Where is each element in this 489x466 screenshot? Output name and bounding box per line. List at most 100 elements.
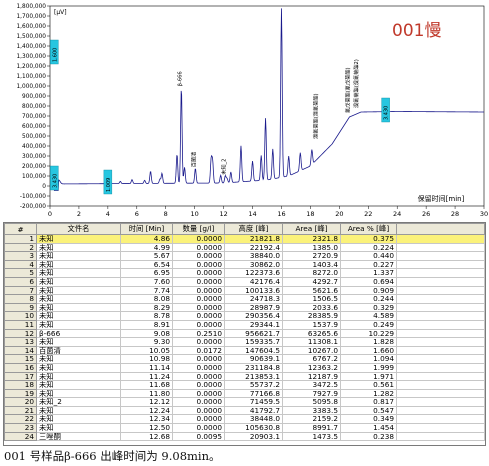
table-cell: 未知 — [36, 319, 121, 330]
table-cell: 22 — [4, 414, 37, 425]
table-cell: 8.91 — [120, 319, 173, 330]
table-header-cell[interactable]: 文件名 — [36, 223, 121, 235]
table-header-cell[interactable]: 高度 [峰] — [224, 223, 283, 235]
table-cell: 0.238 — [340, 431, 397, 442]
table-cell: 4.86 — [120, 234, 173, 244]
svg-text:3.430: 3.430 — [384, 106, 390, 120]
table-filler-cell — [396, 242, 485, 253]
table-cell: 77166.8 — [224, 388, 283, 399]
table-row[interactable]: 8 未知 8.08 0.0000 24718.3 1506.5 0.244 — [4, 294, 485, 304]
table-cell: 0.0000 — [172, 362, 225, 373]
table-header-cell[interactable]: 时间 [Min] — [120, 223, 173, 235]
x-tick-label: 14 — [248, 210, 256, 218]
table-cell: 6.54 — [120, 259, 173, 270]
table-row[interactable]: 3 未知 5.67 0.0000 38840.0 2720.9 0.440 — [4, 251, 485, 261]
table-cell: 9.30 — [120, 337, 173, 347]
x-tick-label: 20 — [335, 210, 343, 218]
table-row[interactable]: 19 未知 11.80 0.0000 77166.8 7927.9 1.282 — [4, 388, 485, 399]
table-row[interactable]: 17 未知 11.24 0.0000 213853.1 12187.9 1.971 — [4, 371, 485, 382]
table-cell: 0.0000 — [172, 294, 225, 304]
table-row[interactable]: 12 β-666 9.08 0.2510 956621.7 63265.6 10.229 — [4, 328, 485, 339]
table-cell: 17 — [4, 371, 37, 382]
y-tick-label: 300,000 — [22, 154, 46, 160]
table-filler-cell — [396, 414, 485, 425]
table-header-cell[interactable]: 数量 [g/l] — [172, 223, 225, 235]
table-cell: 28987.9 — [224, 302, 283, 313]
table-cell: 2321.8 — [282, 234, 341, 244]
table-cell: 13 — [4, 337, 37, 347]
table-row[interactable]: 5 未知 6.95 0.0000 122373.6 8272.0 1.337 — [4, 268, 485, 278]
table-cell: 未知 — [36, 405, 121, 416]
table-cell: 22192.4 — [224, 242, 283, 253]
table-cell: 3383.5 — [282, 405, 341, 416]
table-header-cell[interactable]: # — [4, 223, 37, 235]
table-cell: 未知 — [36, 388, 121, 399]
table-cell: 0.440 — [340, 251, 397, 261]
table-row[interactable]: 7 未知 7.74 0.0000 100133.6 5621.6 0.909 — [4, 285, 485, 296]
table-cell: 0.0000 — [172, 371, 225, 382]
table-cell: 11308.1 — [282, 337, 341, 347]
table-filler-cell — [396, 362, 485, 373]
table-cell: 5095.8 — [282, 397, 341, 407]
table-row[interactable]: 4 未知 6.54 0.0000 30862.0 1403.4 0.227 — [4, 259, 485, 270]
x-axis-label: 保留时间[min] — [418, 194, 465, 203]
table-cell: 12363.2 — [282, 362, 341, 373]
table-cell: 11.80 — [120, 388, 173, 399]
table-cell: 24 — [4, 431, 37, 442]
y-tick-label: 100,000 — [22, 174, 46, 180]
table-cell: 2 — [4, 242, 37, 253]
table-row[interactable]: 6 未知 7.60 0.0000 42176.4 4292.7 0.694 — [4, 276, 485, 287]
y-tick-label: 800,000 — [22, 104, 46, 110]
table-cell: 0.349 — [340, 414, 397, 425]
table-cell: 24718.3 — [224, 294, 283, 304]
table-header-cell[interactable]: Area [峰] — [282, 223, 341, 235]
table-cell: 38448.0 — [224, 414, 283, 425]
table-row[interactable]: 11 未知 8.91 0.0000 29344.1 1537.9 0.249 — [4, 319, 485, 330]
table-row[interactable]: 9 未知 8.29 0.0000 28987.9 2033.6 0.329 — [4, 302, 485, 313]
table-row[interactable]: 10 未知 8.78 0.0000 290356.4 28385.9 4.589 — [4, 311, 485, 321]
y-tick-label: 1,500,000 — [16, 34, 46, 40]
x-tick-label: 30 — [480, 210, 488, 218]
table-cell: 8 — [4, 294, 37, 304]
table-cell: 未知 — [36, 234, 121, 244]
table-cell: 2720.9 — [282, 251, 341, 261]
table-header-cell[interactable]: Area % [峰] — [340, 223, 397, 235]
y-axis-ticks: -200,000 -100,000 0 100,000 200,000 300,000 40… — [16, 4, 50, 210]
table-row[interactable]: 22 未知 12.34 0.0000 38448.0 2159.2 0.349 — [4, 414, 485, 425]
table-cell: 1.660 — [340, 345, 397, 356]
table-cell: 0.0000 — [172, 268, 225, 278]
table-row[interactable]: 1 未知 4.86 0.0000 21821.8 2321.8 0.375 — [4, 234, 485, 244]
table-cell: 未知 — [36, 294, 121, 304]
peak-label: 溴氰菊酯(溴氰菊酯) — [312, 93, 320, 139]
cyan-marker: 3.430 — [50, 165, 59, 191]
table-row[interactable]: 23 未知 12.50 0.0000 105630.8 8991.7 1.454 — [4, 423, 485, 433]
table-row[interactable]: 24 三唑酮 12.68 0.0095 20903.1 1473.5 0.238 — [4, 431, 485, 442]
table-row[interactable]: 13 未知 9.30 0.0000 159335.7 11308.1 1.828 — [4, 337, 485, 347]
y-tick-label: 1,600,000 — [16, 24, 46, 30]
table-cell: 41792.7 — [224, 405, 283, 416]
table-cell: 122373.6 — [224, 268, 283, 278]
table-cell: 9 — [4, 302, 37, 313]
table-row[interactable]: 21 未知 12.24 0.0000 41792.7 3383.5 0.547 — [4, 405, 485, 416]
table-row[interactable]: 2 未知 4.99 0.0000 22192.4 1385.0 0.224 — [4, 242, 485, 253]
table-row[interactable]: 14 百菌清 10.05 0.0172 147604.5 10267.0 1.660 — [4, 345, 485, 356]
table-cell: 0.0000 — [172, 285, 225, 296]
x-tick-label: 22 — [364, 210, 372, 218]
table-cell: 0.0000 — [172, 311, 225, 321]
table-cell: 1403.4 — [282, 259, 341, 270]
x-tick-label: 12 — [219, 210, 227, 218]
y-tick-label: 200,000 — [22, 164, 46, 170]
table-cell: 8.78 — [120, 311, 173, 321]
table-filler-cell — [396, 405, 485, 416]
table-row[interactable]: 15 未知 10.98 0.0000 90639.1 6767.2 1.094 — [4, 354, 485, 364]
table-cell: 0.224 — [340, 242, 397, 253]
table-cell: 12187.9 — [282, 371, 341, 382]
x-tick-label: 16 — [277, 210, 285, 218]
table-cell: 三唑酮 — [36, 431, 121, 442]
table-row[interactable]: 16 未知 11.14 0.0000 231184.8 12363.2 1.999 — [4, 362, 485, 373]
table-row[interactable]: 20 未知_2 12.12 0.0000 71459.5 5095.8 0.817 — [4, 397, 485, 407]
x-tick-label: 4 — [106, 210, 110, 218]
table-row[interactable]: 18 未知 11.68 0.0000 55737.2 3472.5 0.561 — [4, 380, 485, 390]
table-cell: 0.0000 — [172, 242, 225, 253]
table-cell: 8991.7 — [282, 423, 341, 433]
